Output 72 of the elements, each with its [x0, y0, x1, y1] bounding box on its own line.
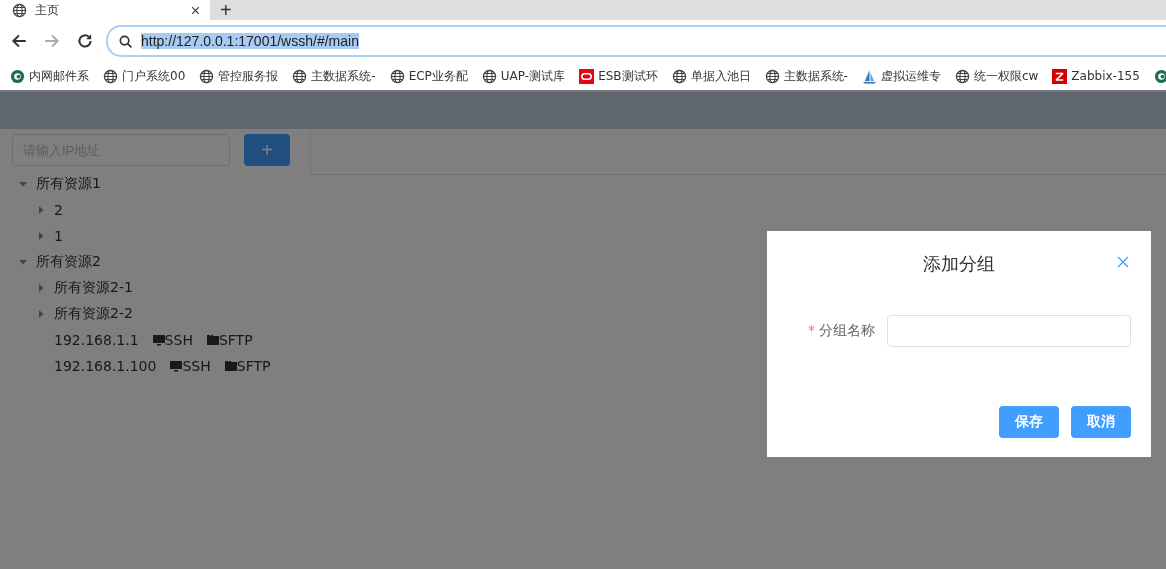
bookmark-label: 门户系统00	[122, 67, 186, 85]
browser-tab[interactable]: 主页	[0, 0, 210, 20]
monitor-icon	[152, 334, 165, 346]
logo-icon	[579, 68, 595, 84]
caret-down-icon[interactable]	[18, 179, 28, 189]
host-address[interactable]: 192.168.1.1	[54, 332, 139, 348]
globe-icon	[954, 68, 970, 84]
logo-icon	[10, 68, 25, 84]
globe-icon	[199, 68, 215, 84]
url-text: http://127.0.0.1:17001/wssh/#/main	[141, 33, 359, 49]
address-bar[interactable]: http://127.0.0.1:17001/wssh/#/main	[106, 25, 1166, 57]
bookmark-label: 虚拟运维专	[880, 67, 941, 85]
bookmark[interactable]: 内网邮件系	[10, 67, 89, 85]
caret-down-icon[interactable]	[18, 257, 28, 267]
bookmark[interactable]: 管控服务报	[199, 67, 279, 85]
bookmark-label: 主数据系统-	[783, 67, 848, 85]
tree-item[interactable]: 所有资源2-2	[54, 305, 133, 323]
bookmark[interactable]: 主数据系统-	[292, 67, 376, 85]
folder-icon	[206, 334, 219, 346]
bookmark-label: UAP-测试库	[500, 67, 566, 85]
group-name-field[interactable]	[887, 315, 1131, 347]
dialog-title: 添加分组	[923, 251, 995, 276]
bookmark-label: ESB测试环	[598, 67, 658, 85]
globe-icon	[389, 68, 405, 84]
reload-icon[interactable]	[76, 32, 94, 50]
caret-right-icon[interactable]	[36, 205, 46, 215]
globe-icon	[481, 68, 497, 84]
tab-title: 主页	[35, 1, 60, 19]
monitor-icon	[170, 360, 183, 372]
sailboat-icon	[861, 68, 877, 84]
required-mark: *	[808, 322, 815, 338]
bookmark[interactable]: Zabbix-155	[1052, 68, 1140, 84]
caret-right-icon[interactable]	[36, 309, 46, 319]
bookmark-label: 统一权限cw	[973, 67, 1039, 85]
sftp-link[interactable]: SFTP	[224, 358, 271, 374]
globe-icon	[764, 68, 780, 84]
folder-icon	[224, 360, 237, 372]
globe-icon	[292, 68, 308, 84]
tree-item[interactable]: 1	[54, 228, 63, 244]
caret-right-icon[interactable]	[36, 283, 46, 293]
field-label: * 分组名称	[807, 322, 875, 340]
sftp-link[interactable]: SFTP	[206, 332, 253, 348]
bookmark[interactable]: 主数据系统-	[764, 67, 848, 85]
logo-icon	[1052, 68, 1068, 84]
bookmark[interactable]: 虚拟运维专	[861, 67, 941, 85]
bookmark[interactable]: UAP-测试库	[481, 67, 566, 85]
bookmark-label: 主数据系统-	[311, 67, 376, 85]
tree-item[interactable]: 所有资源2	[36, 253, 101, 271]
bookmark-label: Zabbix-155	[1071, 69, 1140, 83]
tree-item[interactable]: 2	[54, 202, 63, 218]
bookmark-label: 内网邮件系	[29, 67, 89, 85]
globe-icon	[671, 68, 687, 84]
bookmark[interactable]: 统一权限cw	[954, 67, 1039, 85]
bookmark[interactable]: 单据入池日	[671, 67, 751, 85]
bookmark-label: 管控服务报	[218, 67, 279, 85]
tree-item[interactable]: 所有资源2-1	[54, 279, 133, 297]
tree-item[interactable]: 所有资源1	[36, 175, 101, 193]
back-icon[interactable]	[10, 32, 28, 50]
bookmark-label: 单据入池日	[690, 67, 751, 85]
bookmark-label: ECP业务配	[408, 67, 468, 85]
globe-icon	[12, 2, 27, 18]
host-address[interactable]: 192.168.1.100	[54, 358, 157, 374]
bookmark[interactable]	[1153, 68, 1166, 84]
globe-icon	[103, 68, 118, 84]
ssh-link[interactable]: SSH	[170, 358, 211, 374]
ssh-link[interactable]: SSH	[152, 332, 193, 348]
search-icon	[118, 33, 133, 49]
bookmark[interactable]: 门户系统00	[103, 67, 186, 85]
caret-right-icon[interactable]	[36, 231, 46, 241]
new-tab-button[interactable]: +	[210, 0, 242, 20]
bookmark[interactable]: ECP业务配	[389, 67, 468, 85]
bookmark[interactable]: ESB测试环	[579, 67, 658, 85]
